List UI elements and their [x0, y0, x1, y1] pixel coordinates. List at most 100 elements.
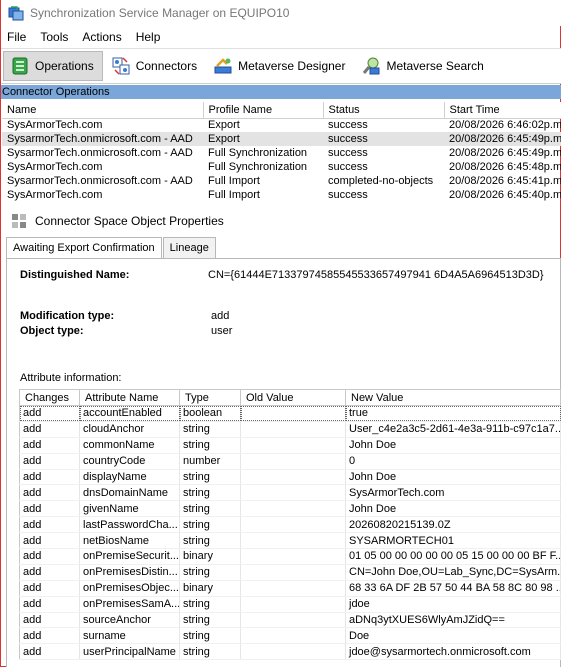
metaverse-search-label: Metaverse Search: [386, 59, 484, 73]
menu-help[interactable]: Help: [129, 30, 168, 44]
window-frame: Synchronization Service Manager on EQUIP…: [0, 0, 561, 667]
table-row[interactable]: SysArmorTech.com Full Synchronization su…: [2, 160, 561, 174]
metaverse-designer-icon: [213, 56, 233, 76]
table-row[interactable]: add userPrincipalName string jdoe@sysarm…: [19, 643, 561, 661]
attr-cell-old-value: [240, 564, 346, 581]
table-row[interactable]: add lastPasswordCha... string 2026082021…: [19, 516, 561, 534]
table-row[interactable]: add cloudAnchor string User_c4e2a3c5-2d6…: [19, 421, 561, 438]
attr-col-old-value[interactable]: Old Value: [240, 389, 346, 406]
attr-cell-name: userPrincipalName: [79, 643, 180, 661]
attribute-information-label: Attribute information:: [20, 372, 122, 384]
ops-col-profile[interactable]: Profile Name: [203, 102, 324, 119]
attr-col-changes[interactable]: Changes: [19, 389, 80, 406]
properties-tabs: Awaiting Export Confirmation Lineage: [6, 237, 217, 259]
connectors-button[interactable]: Connectors: [105, 51, 205, 81]
attr-cell-new-value: User_c4e2a3c5-2d61-4e3a-911b-c97c1a7...: [345, 421, 561, 438]
attr-cell-name: displayName: [79, 469, 180, 486]
ops-col-name[interactable]: Name: [2, 102, 204, 119]
operations-button[interactable]: Operations: [3, 51, 103, 81]
table-row[interactable]: add displayName string John Doe: [19, 469, 561, 486]
distinguished-name-value: CN={61444E71337974585545533657497941 6D4…: [208, 269, 544, 281]
table-row[interactable]: add onPremisesObjec... binary 68 33 6A D…: [19, 580, 561, 597]
menu-tools[interactable]: Tools: [33, 30, 75, 44]
table-row[interactable]: add onPremisesSamA... string jdoe: [19, 596, 561, 613]
window-title: Synchronization Service Manager on EQUIP…: [30, 6, 290, 20]
attr-cell-type: string: [179, 484, 241, 502]
attr-cell-name: cloudAnchor: [79, 421, 180, 438]
attr-cell-new-value: 0: [345, 453, 561, 470]
attr-cell-old-value: [240, 405, 346, 422]
attr-col-attribute-name[interactable]: Attribute Name: [79, 389, 180, 406]
table-row[interactable]: add commonName string John Doe: [19, 437, 561, 454]
attr-cell-type: string: [179, 627, 241, 645]
attr-cell-type: string: [179, 421, 241, 438]
attr-cell-name: onPremisesObjec...: [79, 580, 180, 597]
menu-file[interactable]: File: [1, 30, 33, 44]
table-row[interactable]: add surname string Doe: [19, 627, 561, 645]
attr-cell-old-value: [240, 596, 346, 613]
operations-label: Operations: [35, 59, 94, 73]
attr-cell-change: add: [19, 437, 80, 454]
ops-cell-start-time: 20/08/2026 6:45:41p.m.: [449, 175, 561, 187]
table-row[interactable]: add sourceAnchor string aDNq3ytXUES6WlyA…: [19, 612, 561, 629]
ops-cell-profile: Export: [208, 119, 240, 132]
table-row[interactable]: SysarmorTech.onmicrosoft.com - AAD Full …: [2, 146, 561, 160]
attr-col-type[interactable]: Type: [179, 389, 241, 406]
attr-cell-name: countryCode: [79, 453, 180, 470]
attr-cell-old-value: [240, 421, 346, 438]
attr-cell-change: add: [19, 469, 80, 486]
ops-cell-start-time: 20/08/2026 6:45:40p.m.: [449, 189, 561, 201]
metaverse-search-button[interactable]: Metaverse Search: [355, 51, 491, 81]
table-row[interactable]: add givenName string John Doe: [19, 500, 561, 518]
ops-cell-name: SysArmorTech.com: [7, 161, 103, 173]
attr-cell-change: add: [19, 421, 80, 438]
ops-col-status[interactable]: Status: [323, 102, 445, 119]
metaverse-designer-button[interactable]: Metaverse Designer: [207, 51, 353, 81]
attr-cell-old-value: [240, 643, 346, 661]
attr-cell-old-value: [240, 580, 346, 597]
menu-actions[interactable]: Actions: [75, 30, 128, 44]
attr-cell-old-value: [240, 469, 346, 486]
ops-cell-start-time: 20/08/2026 6:46:02p.m.: [449, 119, 561, 132]
attr-cell-name: onPremiseSecurit...: [79, 548, 180, 565]
distinguished-name-label: Distinguished Name:: [20, 269, 130, 281]
table-row[interactable]: SysarmorTech.onmicrosoft.com - AAD Full …: [2, 174, 561, 188]
ops-cell-name: SysArmorTech.com: [7, 119, 103, 132]
attr-cell-type: binary: [179, 548, 241, 565]
attr-cell-type: boolean: [179, 405, 241, 422]
table-row[interactable]: SysArmorTech.com Export success 20/08/20…: [2, 118, 561, 132]
toolbar: Operations Connectors Metaverse Designer…: [1, 48, 561, 84]
ops-cell-name: SysarmorTech.onmicrosoft.com - AAD: [7, 175, 193, 187]
attr-cell-change: add: [19, 548, 80, 565]
attr-cell-new-value: jdoe: [345, 596, 561, 613]
attr-cell-new-value: John Doe: [345, 469, 561, 486]
table-row[interactable]: add accountEnabled boolean true: [19, 405, 561, 422]
attr-cell-type: string: [179, 612, 241, 629]
attr-cell-type: string: [179, 437, 241, 454]
attr-cell-change: add: [19, 596, 80, 613]
tab-lineage[interactable]: Lineage: [162, 237, 216, 258]
connector-operations-header: Connector Operations: [1, 85, 561, 99]
attr-cell-type: number: [179, 453, 241, 470]
table-row[interactable]: SysArmorTech.com Full Import success 20/…: [2, 188, 561, 202]
attr-cell-name: onPremisesDistin...: [79, 564, 180, 581]
attr-cell-new-value: SysArmorTech.com: [345, 484, 561, 502]
ops-col-start-time[interactable]: Start Time: [444, 102, 561, 119]
table-row[interactable]: add netBiosName string SYSARMORTECH01: [19, 532, 561, 550]
table-row[interactable]: add onPremiseSecurit... binary 01 05 00 …: [19, 548, 561, 565]
menu-bar: File Tools Actions Help: [1, 26, 561, 48]
ops-cell-profile: Full Import: [208, 189, 260, 201]
table-row[interactable]: add onPremisesDistin... string CN=John D…: [19, 564, 561, 581]
attr-cell-type: string: [179, 643, 241, 661]
table-row[interactable]: add countryCode number 0: [19, 453, 561, 470]
modification-type-value: add: [211, 310, 230, 322]
table-row[interactable]: SysarmorTech.onmicrosoft.com - AAD Expor…: [2, 132, 561, 146]
attr-cell-name: netBiosName: [79, 532, 180, 550]
attr-col-new-value[interactable]: New Value: [345, 389, 561, 406]
attr-cell-new-value: CN=John Doe,OU=Lab_Sync,DC=SysArm...: [345, 564, 561, 581]
table-row[interactable]: add dnsDomainName string SysArmorTech.co…: [19, 484, 561, 502]
attr-cell-old-value: [240, 548, 346, 565]
tab-awaiting-export-confirmation[interactable]: Awaiting Export Confirmation: [6, 237, 162, 259]
attr-cell-old-value: [240, 516, 346, 534]
attr-cell-change: add: [19, 580, 80, 597]
